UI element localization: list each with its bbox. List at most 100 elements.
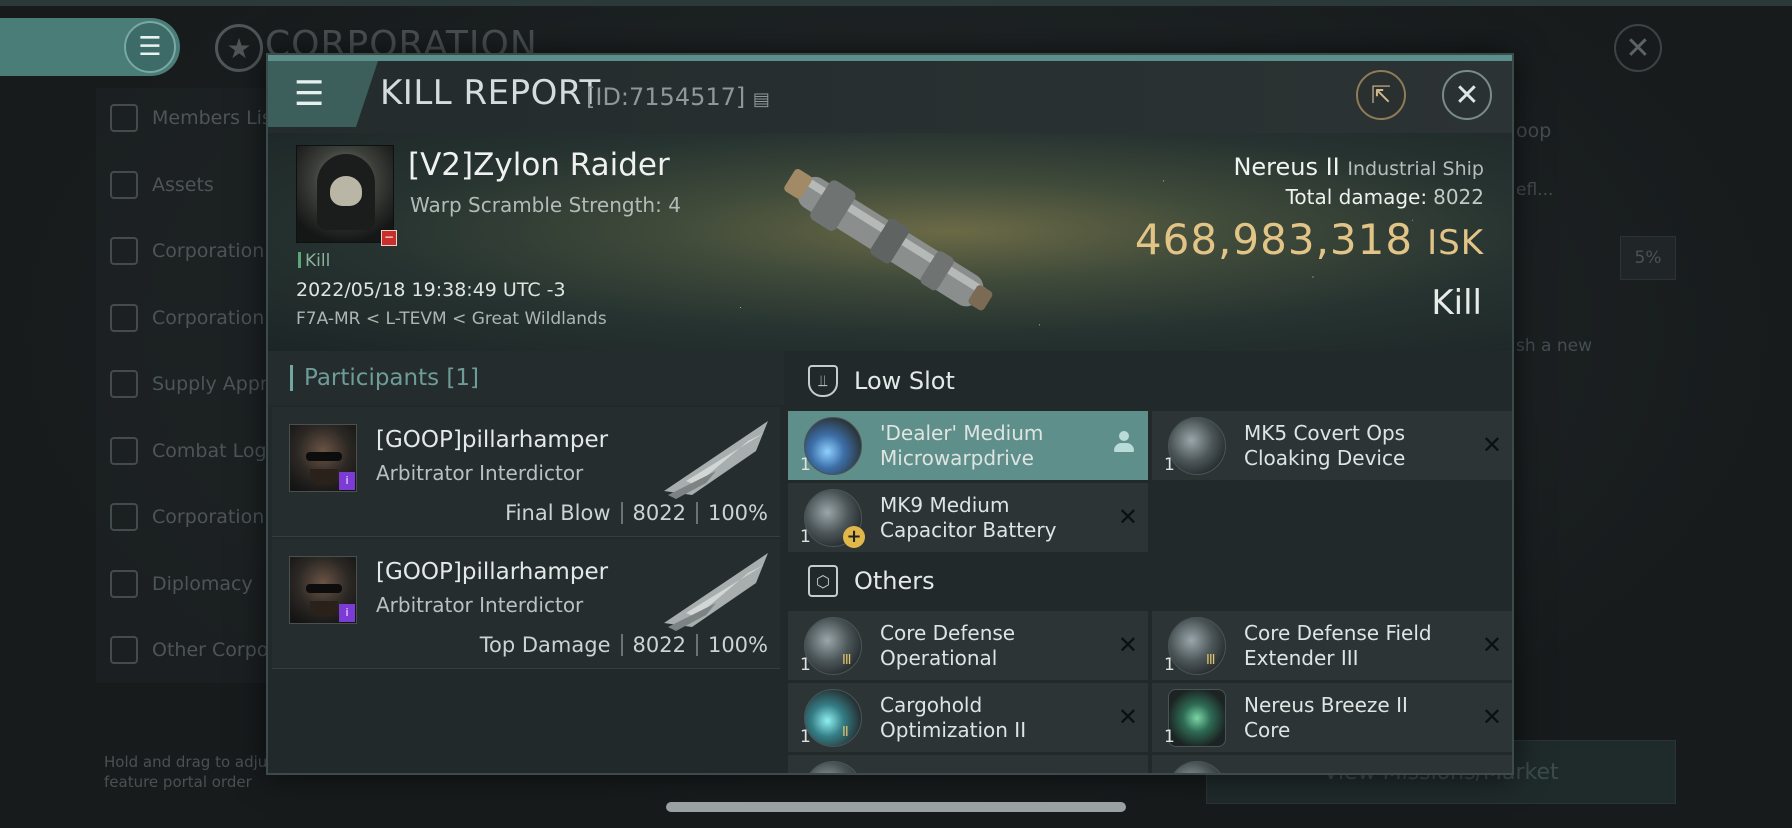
bg-right-text: sh a new [1516,336,1592,356]
divider [695,502,698,524]
members-icon [110,104,138,132]
module-item[interactable]: III 1 Core Defense Operational Solidifie… [788,611,1148,681]
module-name: MK5 Covert Ops Cloaking Device [1244,421,1406,470]
kill-location[interactable]: F7A-MR < L-TEVM < Great Wildlands [296,309,607,329]
module-name: Core Defense Field Extender III [1244,621,1432,670]
participant-ship-image [664,421,768,499]
sidebar-item-label: Members List [152,107,280,129]
module-name: Core Defense Operational Solidifier... [880,621,1016,670]
module-qty: 1 [800,727,811,747]
participant-row[interactable]: i [GOOP]pillarhamper Arbitrator Interdic… [272,539,780,669]
pie-icon [110,304,138,332]
sidebar-item-label: Diplomacy [152,573,253,595]
close-button[interactable]: ✕ [1442,70,1492,120]
destroyed-icon: ✕ [1117,703,1138,731]
portrait-mask [330,176,362,206]
home-indicator [666,802,1126,812]
module-item[interactable]: 1 Nereus Breeze II Core ✕ [1152,683,1512,753]
victim-ship-image[interactable] [768,145,1008,335]
sidebar-item-corporation-w[interactable]: Corporation W [110,298,289,338]
sidebar-item-label: Combat Log [152,440,267,462]
avatar-glasses [306,452,342,461]
destroyed-icon: ✕ [1481,431,1502,459]
participant-stats: Top Damage 8022 100% [480,633,768,657]
victim-sub: Warp Scramble Strength: 4 [410,193,681,217]
isk-unit: ISK [1427,223,1484,263]
copy-icon[interactable]: ▤ [753,89,770,110]
avatar-beard [310,601,338,617]
alliance-badge-icon: i [339,472,355,490]
avatar-beard [310,469,338,485]
top-line [0,0,1792,6]
participant-row[interactable]: i [GOOP]pillarhamper Arbitrator Interdic… [272,407,780,537]
rig-icon [1168,617,1226,675]
sidebar-item-corporation-li[interactable]: Corporation Li [110,497,286,537]
assets-icon [110,171,138,199]
sidebar-item-supply-approv[interactable]: Supply Approv [110,364,290,404]
standing-badge-icon: − [381,230,397,246]
module-item-partial[interactable] [788,755,1148,773]
ship-class: Industrial Ship [1347,158,1484,180]
module-name: MK9 Medium Capacitor Battery [880,493,1057,542]
kill-id[interactable]: [ID:7154517] ▤ [586,83,770,111]
module-item-partial[interactable] [1152,755,1512,773]
dialog-title: KILL REPORT [380,73,601,113]
share-icon: ⇱ [1370,81,1392,109]
sidebar-item-diplomacy[interactable]: Diplomacy [110,564,253,604]
module-item[interactable]: III 1 Core Defense Field Extender III ✕ [1152,611,1512,681]
victim-name[interactable]: [V2]Zylon Raider [408,147,670,183]
sidebar-item-assets[interactable]: Assets [110,165,214,205]
module-name: Nereus Breeze II Core [1244,693,1408,742]
kill-date: 2022/05/18 19:38:49 UTC -3 [296,279,566,301]
participants-title: Participants [1] [304,365,479,391]
victim-portrait[interactable] [296,145,394,243]
microwarpdrive-icon [804,417,862,475]
alliance-badge-icon: i [339,604,355,622]
corp-menu-button[interactable]: ☰ [0,18,180,76]
person-icon [1114,431,1134,453]
module-name: Cargohold Optimization II [880,693,1027,742]
destroyed-icon: ✕ [1117,503,1138,531]
module-qty: 1 [1164,727,1175,747]
module-item[interactable]: 1 'Dealer' Medium Microwarpdrive [788,411,1148,481]
tier-icon: II [842,725,849,740]
module-item[interactable]: 1 MK5 Covert Ops Cloaking Device ✕ [1152,411,1512,481]
rig-icon [804,617,862,675]
isk-value: 468,983,318 ISK [1135,215,1484,264]
low-slot-icon: ⫫ [808,365,838,397]
corp-close-icon[interactable]: ✕ [1614,24,1662,72]
module-qty: 1 [1164,655,1175,675]
module-item[interactable]: 1 MK9 Medium Capacitor Battery ✕ [788,483,1148,553]
low-slot-header: ⫫ Low Slot [788,351,1512,411]
sidebar-item-label: Corporation F [152,240,282,262]
kill-tag: Kill [298,251,330,271]
menu-icon: ☰ [124,21,176,73]
header-accent [290,365,293,391]
share-button[interactable]: ⇱ [1356,70,1406,120]
bg-right-text: oop [1516,120,1552,142]
module-icon [804,761,862,773]
sidebar-item-combat-log[interactable]: Combat Log [110,431,267,471]
divider [695,634,698,656]
core-icon [1168,689,1226,747]
others-header: ⬡ Others [788,551,1512,611]
fitting-panel: ⫫ Low Slot 1 'Dealer' Medium Microwarpdr… [788,351,1512,773]
sidebar-item-other-corpora[interactable]: Other Corpora [110,630,288,670]
avatar-glasses [306,584,342,593]
module-icon [1168,761,1226,773]
damage-label: Total damage: [1285,185,1428,209]
bg-right-text: efl... [1516,180,1554,200]
isk-amount: 468,983,318 [1134,215,1414,264]
tier-icon: III [1206,653,1215,668]
sidebar-item-members-list[interactable]: Members List [110,98,279,138]
result-label: Kill [1431,283,1482,323]
victim-ship-name[interactable]: Nereus II Industrial Ship [1233,153,1484,181]
screen: ☰ ★ CORPORATION ✕ Members List Assets Co… [0,0,1792,828]
participant-percent: 100% [707,633,768,657]
destroyed-icon: ✕ [1481,703,1502,731]
module-item[interactable]: II 1 Cargohold Optimization II ✕ [788,683,1148,753]
total-damage: Total damage: 8022 [1286,185,1484,209]
sidebar-item-corporation-f[interactable]: Corporation F [110,231,281,271]
module-qty: 1 [1164,455,1175,475]
sidebar-item-label: Assets [152,174,214,196]
